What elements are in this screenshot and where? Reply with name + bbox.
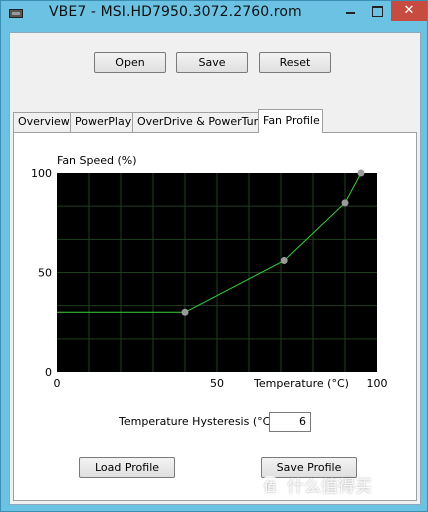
y-tick-label: 0	[45, 366, 52, 379]
watermark: 值什么值得买	[259, 469, 419, 505]
y-tick-label: 100	[31, 167, 52, 180]
chart-ylabel: Fan Speed (%)	[57, 154, 137, 167]
hysteresis-input[interactable]: 6	[269, 412, 311, 432]
fan-curve-point[interactable]	[181, 308, 189, 316]
tab-fan-profile[interactable]: Fan Profile	[258, 109, 323, 133]
window-title: VBE7 - MSI.HD7950.3072.2760.rom	[49, 4, 302, 20]
tab-overdrive-powertune[interactable]: OverDrive & PowerTune	[132, 112, 273, 132]
minimize-button[interactable]	[337, 1, 364, 21]
watermark-logo: 值	[259, 476, 281, 498]
save-button[interactable]: Save	[176, 52, 248, 73]
load-profile-button[interactable]: Load Profile	[79, 457, 175, 478]
fan-curve-point[interactable]	[280, 257, 288, 265]
tab-powerplay[interactable]: PowerPlay	[70, 112, 137, 132]
watermark-text: 什么值得买	[287, 477, 372, 497]
fan-curve-point[interactable]	[357, 169, 365, 177]
x-tick-label: 100	[367, 377, 388, 390]
close-button[interactable]: ✕	[391, 1, 427, 21]
open-button[interactable]: Open	[94, 52, 166, 73]
fan-curve-point[interactable]	[341, 199, 349, 207]
reset-button[interactable]: Reset	[259, 52, 331, 73]
maximize-button[interactable]	[364, 1, 391, 21]
x-tick-label: 0	[54, 377, 61, 390]
chart-xlabel: Temperature (°C)	[253, 377, 349, 390]
y-tick-label: 50	[38, 267, 52, 280]
hysteresis-label: Temperature Hysteresis (°C)	[119, 415, 275, 428]
app-icon	[9, 9, 23, 18]
fan-profile-panel: 0 50 100 100 50 0 Fan Speed (%) Temperature (…	[13, 132, 417, 501]
x-tick-label: 50	[210, 377, 224, 390]
client-area: Open Save Reset Overview PowerPlay OverD…	[9, 32, 421, 505]
tab-overview[interactable]: Overview	[13, 112, 75, 132]
fan-curve-chart[interactable]: 0 50 100 100 50 0 Fan Speed (%) Temperature (…	[14, 133, 418, 502]
title-bar[interactable]: VBE7 - MSI.HD7950.3072.2760.rom ✕	[1, 1, 427, 25]
app-window: VBE7 - MSI.HD7950.3072.2760.rom ✕ Open S…	[0, 0, 428, 512]
